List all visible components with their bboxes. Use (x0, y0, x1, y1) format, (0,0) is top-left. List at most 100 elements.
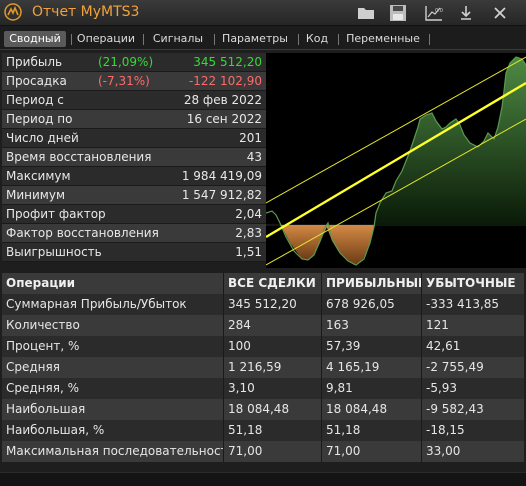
row-label: Максимальная последовательность (2, 441, 224, 462)
stat-row-drawdown: Просадка (-7,31%) -122 102,90 (2, 72, 266, 91)
column-header[interactable]: УБЫТОЧНЫЕ (422, 273, 524, 294)
table-row: Наибольшая, % 51,18 51,18 -18,15 (2, 420, 524, 441)
cell-profitable: 678 926,05 (322, 294, 422, 315)
row-label: Средняя, % (2, 378, 224, 399)
table-row: Средняя, % 3,10 9,81 -5,93 (2, 378, 524, 399)
stat-row-period-to: Период по 16 сен 2022 (2, 110, 266, 129)
stat-label: Время восстановления (6, 150, 152, 164)
stat-row-recovery-factor: Фактор восстановления 2,83 (2, 224, 266, 243)
cell-losing: -333 413,85 (426, 297, 500, 311)
folder-icon[interactable] (356, 3, 376, 23)
cell-losing: -18,15 (426, 423, 465, 437)
stat-row-minimum: Минимум 1 547 912,82 (2, 186, 266, 205)
tab-signals[interactable]: Сигналы (146, 31, 210, 47)
cell-profitable: 71,00 (322, 441, 422, 462)
stat-value: 1,51 (235, 245, 262, 259)
drawdown-area (326, 225, 374, 265)
table-row: Максимальная последовательность 71,00 71… (2, 441, 524, 462)
status-strip (0, 472, 526, 486)
window-title: Отчет MyMTS3 (32, 4, 140, 20)
cell-losing: 33,00 (426, 444, 461, 458)
stat-value: 43 (246, 150, 262, 164)
table-header: Операции ВСЕ СДЕЛКИ ПРИБЫЛЬНЫЕ УБЫТОЧНЫЕ (2, 273, 524, 294)
row-label: Суммарная Прибыль/Убыток (2, 294, 224, 315)
app-logo-icon (4, 3, 22, 21)
row-label: Средняя (2, 357, 224, 378)
stat-label: Максимум (6, 169, 71, 183)
cell-profitable: 18 084,48 (322, 399, 422, 420)
stat-label: Число дней (6, 131, 79, 145)
tab-variables[interactable]: Переменные (341, 31, 425, 47)
equity-chart (265, 53, 526, 268)
summary-stats: Прибыль (21,09%) 345 512,20 Просадка (-7… (2, 53, 266, 265)
stat-value: 345 512,20 (193, 55, 262, 69)
stat-label: Фактор восстановления (6, 226, 159, 240)
column-header[interactable]: Операции (2, 273, 224, 294)
cell-profitable: 57,39 (322, 336, 422, 357)
equity-area (374, 57, 526, 225)
stat-row-period-from: Период с 28 фев 2022 (2, 91, 266, 110)
cell-profitable: 51,18 (322, 420, 422, 441)
table-row: Средняя 1 216,59 4 165,19 -2 755,49 (2, 357, 524, 378)
stat-label: Выигрышность (6, 245, 102, 259)
stat-row-recovery-time: Время восстановления 43 (2, 148, 266, 167)
table-row: Процент, % 100 57,39 42,61 (2, 336, 524, 357)
tab-divider (71, 34, 72, 45)
cell-losing: -9 582,43 (426, 402, 484, 416)
table-row: Наибольшая 18 084,48 18 084,48 -9 582,43 (2, 399, 524, 420)
tab-bar: Сводный Операции Сигналы Параметры Код П… (0, 26, 526, 50)
stat-value: 2,04 (235, 207, 262, 221)
cell-all: 284 (224, 315, 322, 336)
cell-losing: -5,93 (426, 381, 458, 395)
cell-all: 3,10 (224, 378, 322, 399)
cell-all: 345 512,20 (224, 294, 322, 315)
save-icon[interactable] (388, 3, 408, 23)
tab-summary[interactable]: Сводный (4, 31, 66, 47)
stat-percent: (21,09%) (98, 55, 154, 69)
stat-label: Просадка (6, 74, 67, 88)
cell-all: 1 216,59 (224, 357, 322, 378)
stat-percent: (-7,31%) (98, 74, 150, 88)
cell-losing: -2 755,49 (426, 360, 484, 374)
stat-label: Профит фактор (6, 207, 106, 221)
cell-profitable: 9,81 (322, 378, 422, 399)
close-icon[interactable] (490, 3, 510, 23)
tab-divider (298, 34, 299, 45)
tab-code[interactable]: Код (301, 31, 333, 47)
stat-value: 1 547 912,82 (181, 188, 262, 202)
stat-label: Прибыль (6, 55, 63, 69)
stat-value: 16 сен 2022 (186, 112, 262, 126)
svg-text:0.0: 0.0 (435, 8, 443, 14)
stat-label: Минимум (6, 188, 66, 202)
stat-row-days: Число дней 201 (2, 129, 266, 148)
tab-divider (338, 34, 339, 45)
tab-divider (429, 34, 430, 45)
stat-row-profit-factor: Профит фактор 2,04 (2, 205, 266, 224)
title-bar: Отчет MyMTS3 0.0 (0, 0, 526, 26)
cell-profitable: 163 (322, 315, 422, 336)
cell-all: 18 084,48 (224, 399, 322, 420)
column-header[interactable]: ВСЕ СДЕЛКИ (224, 273, 322, 294)
cell-profitable: 4 165,19 (322, 357, 422, 378)
download-icon[interactable] (456, 3, 476, 23)
tab-operations[interactable]: Операции (74, 31, 138, 47)
row-label: Процент, % (2, 336, 224, 357)
drawdown-area (280, 225, 328, 260)
stat-value: 1 984 419,09 (181, 169, 262, 183)
stat-row-win-rate: Выигрышность 1,51 (2, 243, 266, 262)
cell-all: 100 (224, 336, 322, 357)
stat-row-maximum: Максимум 1 984 419,09 (2, 167, 266, 186)
cell-all: 51,18 (224, 420, 322, 441)
row-label: Наибольшая (2, 399, 224, 420)
stat-value: 201 (239, 131, 262, 145)
tab-divider (143, 34, 144, 45)
table-row: Количество 284 163 121 (2, 315, 524, 336)
column-header[interactable]: ПРИБЫЛЬНЫЕ (322, 273, 422, 294)
row-label: Количество (2, 315, 224, 336)
stat-label: Период с (6, 93, 64, 107)
cell-losing: 121 (426, 318, 449, 332)
tab-parameters[interactable]: Параметры (217, 31, 293, 47)
chart-export-icon[interactable]: 0.0 (424, 3, 444, 23)
stat-value: 28 фев 2022 (183, 93, 262, 107)
row-label: Наибольшая, % (2, 420, 224, 441)
